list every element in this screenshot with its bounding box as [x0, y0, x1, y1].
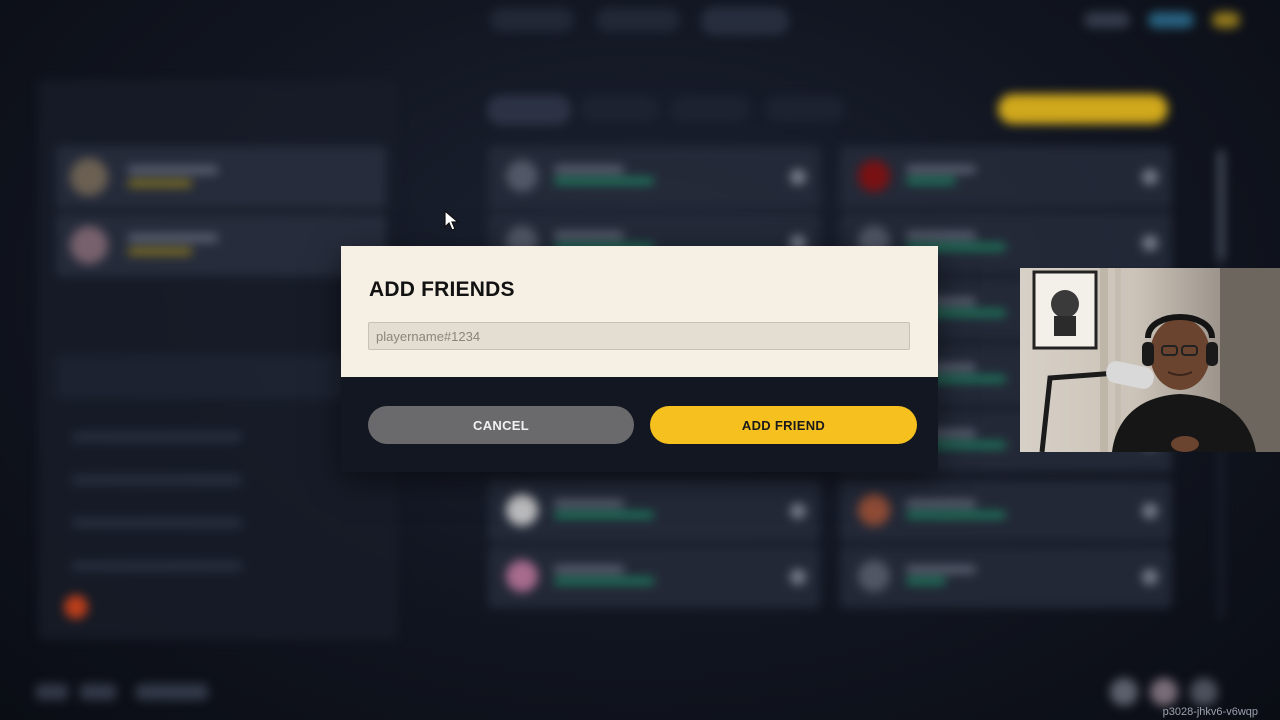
avatar: [70, 158, 108, 196]
more-icon[interactable]: [1142, 235, 1158, 251]
dialog-body: ADD FRIENDS: [341, 246, 938, 377]
add-friends-dialog: ADD FRIENDS CANCEL ADD FRIEND: [341, 246, 938, 472]
friend-name: [906, 500, 976, 507]
webcam-picture: [1032, 268, 1280, 452]
player-name-input[interactable]: [368, 322, 910, 350]
watermark-text: p3028-jhkv6-v6wqp: [1162, 706, 1258, 718]
bottom-chip[interactable]: [80, 684, 116, 700]
avatar: [858, 560, 890, 592]
party-member-card[interactable]: [56, 214, 386, 276]
avatar: [70, 226, 108, 264]
bottom-bar: [0, 670, 1280, 720]
player-status: [128, 180, 192, 187]
top-right-status: [1084, 12, 1240, 28]
friend-card[interactable]: [840, 480, 1172, 542]
friend-status: [554, 512, 654, 518]
menu-item[interactable]: [72, 475, 242, 485]
more-icon[interactable]: [1142, 169, 1158, 185]
bottom-chip[interactable]: [36, 684, 68, 700]
avatar: [858, 160, 890, 192]
leave-party-button[interactable]: [56, 355, 386, 399]
status-chip: [1084, 12, 1130, 28]
friend-card[interactable]: [488, 480, 820, 542]
scrollbar-thumb[interactable]: [1218, 150, 1224, 260]
more-icon[interactable]: [790, 503, 806, 519]
top-nav-item[interactable]: [596, 8, 680, 32]
friend-status: [906, 578, 946, 584]
party-avatar[interactable]: [1150, 678, 1178, 706]
cancel-button[interactable]: CANCEL: [368, 406, 634, 444]
more-icon[interactable]: [790, 169, 806, 185]
add-friend-button[interactable]: ADD FRIEND: [650, 406, 917, 444]
avatar: [506, 160, 538, 192]
player-status: [128, 248, 192, 255]
friend-card[interactable]: [488, 146, 820, 208]
menu-item[interactable]: [72, 432, 242, 442]
top-nav-item-active[interactable]: [702, 8, 788, 34]
friend-card[interactable]: [840, 546, 1172, 608]
friend-name: [554, 232, 624, 239]
top-nav-item[interactable]: [490, 8, 574, 32]
friend-status: [554, 578, 654, 584]
friend-name: [906, 232, 976, 239]
friend-status: [906, 512, 1006, 518]
avatar: [506, 560, 538, 592]
player-name: [128, 234, 218, 242]
add-friends-button[interactable]: [998, 94, 1168, 124]
friend-card[interactable]: [488, 546, 820, 608]
party-avatar[interactable]: [1110, 678, 1138, 706]
player-name: [128, 166, 218, 174]
top-navigation: [490, 8, 788, 34]
more-icon[interactable]: [1142, 503, 1158, 519]
cursor-arrow-icon: [444, 210, 460, 231]
friend-status: [906, 178, 956, 184]
menu-item[interactable]: [72, 518, 242, 528]
bottom-chip[interactable]: [136, 684, 208, 700]
party-avatar[interactable]: [1190, 678, 1218, 706]
currency-chip: [1212, 12, 1240, 28]
dialog-title: ADD FRIENDS: [369, 278, 515, 301]
friends-tab[interactable]: [580, 96, 660, 122]
friend-name: [554, 500, 624, 507]
friend-name: [906, 566, 976, 573]
menu-item[interactable]: [72, 561, 242, 571]
friend-name: [906, 166, 976, 173]
friends-tab[interactable]: [765, 96, 845, 122]
avatar: [858, 494, 890, 526]
friend-name: [554, 166, 624, 173]
party-member-card[interactable]: [56, 146, 386, 208]
friends-tab[interactable]: [670, 96, 750, 122]
exit-icon[interactable]: [64, 595, 88, 619]
friend-name: [554, 566, 624, 573]
friend-card[interactable]: [840, 146, 1172, 208]
friends-tab[interactable]: [488, 96, 570, 124]
currency-chip: [1148, 12, 1194, 28]
screen: ADD FRIENDS CANCEL ADD FRIEND: [0, 0, 1280, 720]
webcam-overlay: [1020, 268, 1280, 452]
more-icon[interactable]: [790, 569, 806, 585]
more-icon[interactable]: [1142, 569, 1158, 585]
avatar: [506, 494, 538, 526]
friend-status: [554, 178, 654, 184]
